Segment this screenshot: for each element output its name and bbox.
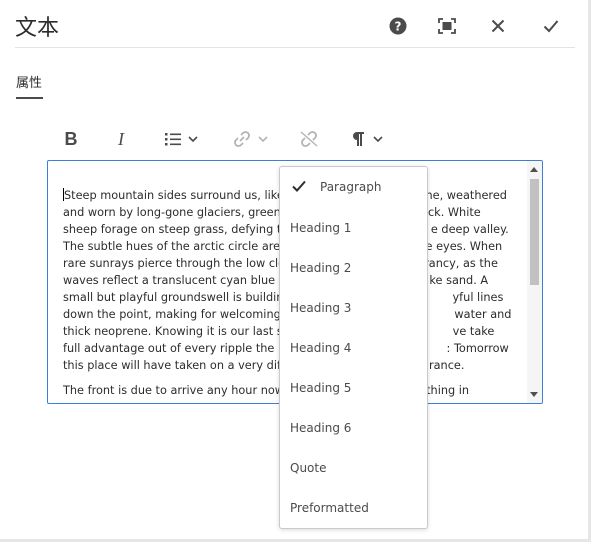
help-icon: ? — [389, 17, 407, 35]
done-button[interactable] — [535, 10, 567, 42]
help-button[interactable]: ? — [382, 10, 414, 42]
menu-item-label: Quote — [290, 461, 327, 475]
italic-button[interactable]: I — [108, 124, 134, 154]
menu-item-heading-5[interactable]: Heading 5 — [280, 368, 427, 408]
scroll-thumb[interactable] — [530, 179, 539, 285]
svg-text:?: ? — [395, 20, 402, 34]
bold-icon: B — [64, 128, 78, 149]
header-divider — [15, 47, 575, 48]
checkmark-icon — [543, 20, 559, 33]
pilcrow-icon — [353, 132, 364, 146]
scroll-up-arrow[interactable] — [530, 167, 538, 172]
dialog-title: 文本 — [15, 16, 60, 41]
fullscreen-button[interactable] — [431, 10, 463, 42]
unlink-button[interactable] — [294, 124, 324, 154]
menu-item-quote[interactable]: Quote — [280, 448, 427, 488]
tab-properties[interactable]: 属性 — [16, 72, 42, 91]
menu-item-heading-4[interactable]: Heading 4 — [280, 328, 427, 368]
menu-item-label: Heading 1 — [290, 221, 352, 235]
chevron-down-icon — [373, 136, 383, 143]
menu-item-paragraph[interactable]: Paragraph — [280, 167, 427, 207]
menu-item-heading-1[interactable]: Heading 1 — [280, 208, 427, 248]
menu-item-label: Heading 4 — [290, 341, 352, 355]
bold-button[interactable]: B — [58, 124, 84, 154]
menu-item-label: Heading 6 — [290, 421, 352, 435]
menu-item-label: Heading 2 — [290, 261, 352, 275]
tab-active-indicator — [16, 97, 43, 99]
italic-icon: I — [118, 128, 124, 149]
fullscreen-icon — [438, 18, 456, 34]
menu-item-heading-3[interactable]: Heading 3 — [280, 288, 427, 328]
unlink-icon — [300, 131, 318, 147]
list-button[interactable] — [158, 124, 204, 154]
close-icon — [491, 19, 505, 33]
menu-item-label: Preformatted — [290, 501, 369, 515]
paragraph-format-menu: Paragraph Heading 1 Heading 2 Heading 3 … — [279, 166, 428, 529]
list-icon — [165, 133, 181, 146]
menu-item-heading-6[interactable]: Heading 6 — [280, 408, 427, 448]
editor-scrollbar[interactable] — [527, 161, 542, 403]
link-icon — [234, 131, 250, 147]
chevron-down-icon — [258, 136, 268, 143]
chevron-down-icon — [188, 136, 198, 143]
menu-item-heading-2[interactable]: Heading 2 — [280, 248, 427, 288]
menu-item-label: Heading 3 — [290, 301, 352, 315]
link-button[interactable] — [226, 124, 274, 154]
checkmark-icon — [292, 180, 306, 192]
cancel-button[interactable] — [482, 10, 514, 42]
menu-item-label: Heading 5 — [290, 381, 352, 395]
menu-item-label: Paragraph — [320, 180, 382, 194]
menu-item-preformatted[interactable]: Preformatted — [280, 488, 427, 528]
scroll-down-arrow[interactable] — [530, 392, 538, 397]
paragraph-format-button[interactable] — [344, 124, 390, 154]
